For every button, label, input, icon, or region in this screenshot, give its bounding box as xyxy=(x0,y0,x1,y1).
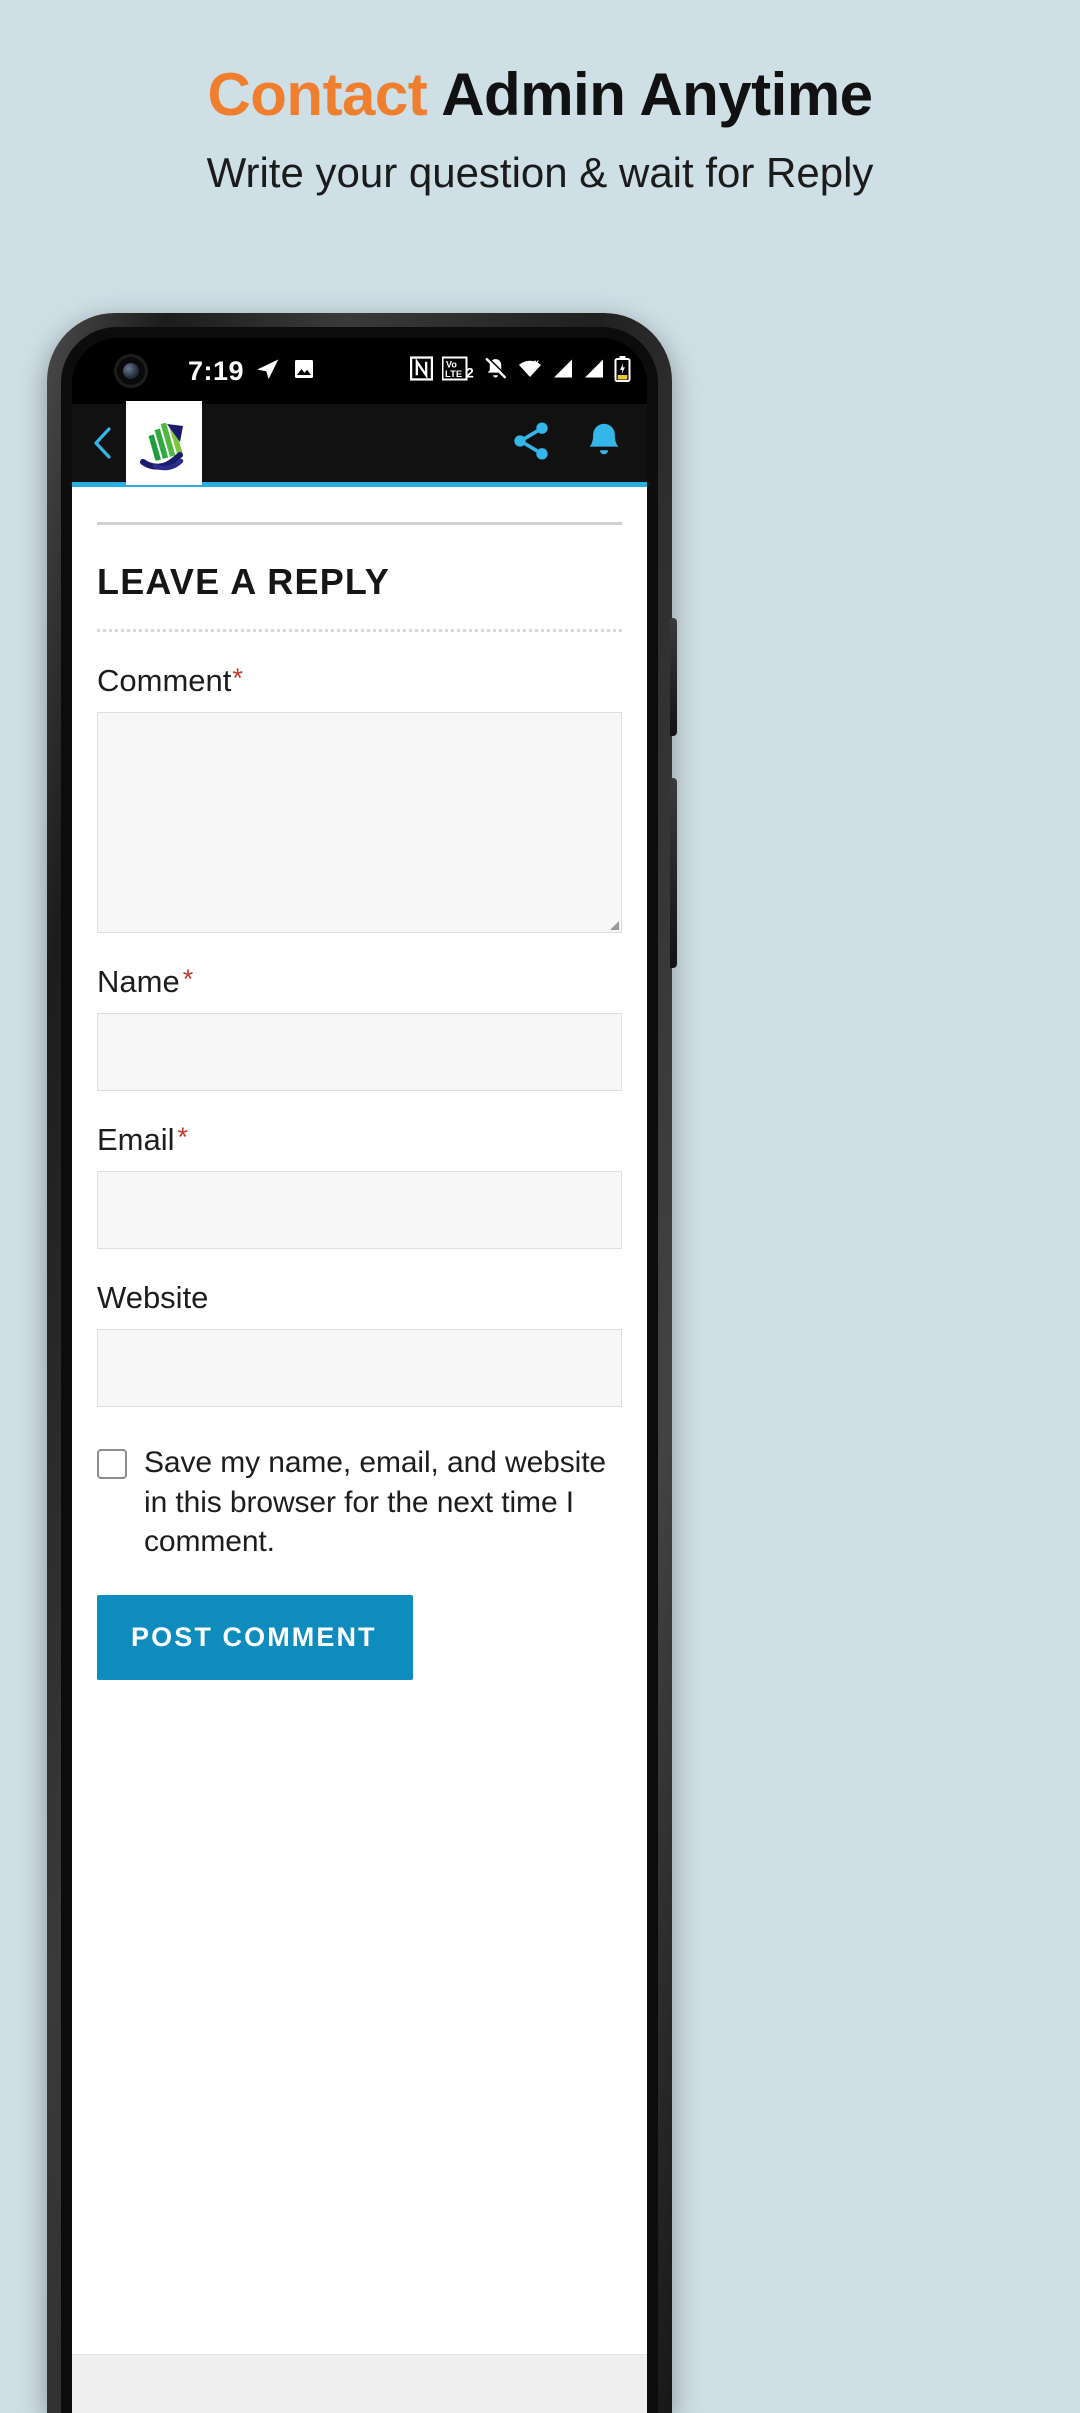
email-required-mark: * xyxy=(177,1122,189,1152)
svg-text:Vo: Vo xyxy=(446,360,457,370)
comment-required-mark: * xyxy=(232,663,243,693)
page-footer-strip xyxy=(72,2354,647,2413)
page-title-accent: Contact xyxy=(207,61,428,128)
page-subtitle: Write your question & wait for Reply xyxy=(206,149,874,196)
email-label-text: Email xyxy=(97,1122,175,1157)
image-icon xyxy=(292,357,316,386)
website-label: Website xyxy=(97,1249,622,1313)
app-bar xyxy=(72,401,647,485)
app-bar-actions xyxy=(509,419,625,468)
signal-one-icon xyxy=(552,356,574,386)
email-label: Email * xyxy=(97,1091,622,1157)
nfc-icon xyxy=(409,356,434,386)
website-label-text: Website xyxy=(97,1280,209,1315)
name-label: Name * xyxy=(97,933,622,999)
share-icon[interactable] xyxy=(509,419,553,468)
promo-header: Contact Admin Anytime Write your questio… xyxy=(0,0,1080,196)
front-camera-icon xyxy=(114,354,148,388)
telegram-icon xyxy=(255,356,281,387)
power-button[interactable] xyxy=(670,618,677,736)
comment-label: Comment* xyxy=(97,632,622,698)
status-bar-right: Vo LTE 2 x xyxy=(409,355,631,387)
svg-text:x: x xyxy=(534,358,539,368)
svg-text:LTE: LTE xyxy=(445,369,462,380)
status-bar-left: 7:19 xyxy=(188,356,316,387)
wifi-icon: x xyxy=(517,356,543,386)
comment-label-text: Comment xyxy=(97,663,232,698)
phone-mockup: 7:19 Vo LTE 2 x LEAVE A REPLY Comment* N… xyxy=(47,313,677,2413)
name-input[interactable] xyxy=(97,1013,622,1091)
battery-icon xyxy=(614,355,631,387)
page-title-rest: Admin Anytime xyxy=(427,61,873,128)
volte2-icon: Vo LTE 2 xyxy=(441,356,474,386)
comment-form-webview: LEAVE A REPLY Comment* Name * Email * Webs… xyxy=(72,487,647,2413)
name-label-text: Name xyxy=(97,964,180,999)
app-logo-icon[interactable] xyxy=(126,401,202,485)
name-required-mark: * xyxy=(182,964,194,994)
svg-text:2: 2 xyxy=(466,365,474,381)
email-input[interactable] xyxy=(97,1171,622,1249)
post-comment-button[interactable]: Post Comment xyxy=(97,1594,413,1680)
signal-two-icon xyxy=(583,356,605,386)
bell-icon[interactable] xyxy=(583,419,625,468)
phone-bezel: 7:19 Vo LTE 2 x LEAVE A REPLY Comment* N… xyxy=(61,327,658,2413)
status-bar: 7:19 Vo LTE 2 x xyxy=(72,338,647,404)
mute-icon xyxy=(483,356,508,386)
save-info-row[interactable]: Save my name, email, and website in this… xyxy=(97,1407,622,1562)
volume-button[interactable] xyxy=(670,778,677,968)
leave-a-reply-heading: LEAVE A REPLY xyxy=(97,561,391,602)
save-info-checkbox[interactable] xyxy=(97,1449,127,1479)
website-input[interactable] xyxy=(97,1329,622,1407)
chevron-left-icon[interactable] xyxy=(86,426,120,460)
status-bar-clock: 7:19 xyxy=(188,355,245,386)
comment-input[interactable] xyxy=(97,712,622,933)
page-title: Contact Admin Anytime xyxy=(0,0,1080,128)
phone-screen: 7:19 Vo LTE 2 x LEAVE A REPLY Comment* N… xyxy=(72,338,647,2413)
save-info-label: Save my name, email, and website in this… xyxy=(144,1446,607,1559)
